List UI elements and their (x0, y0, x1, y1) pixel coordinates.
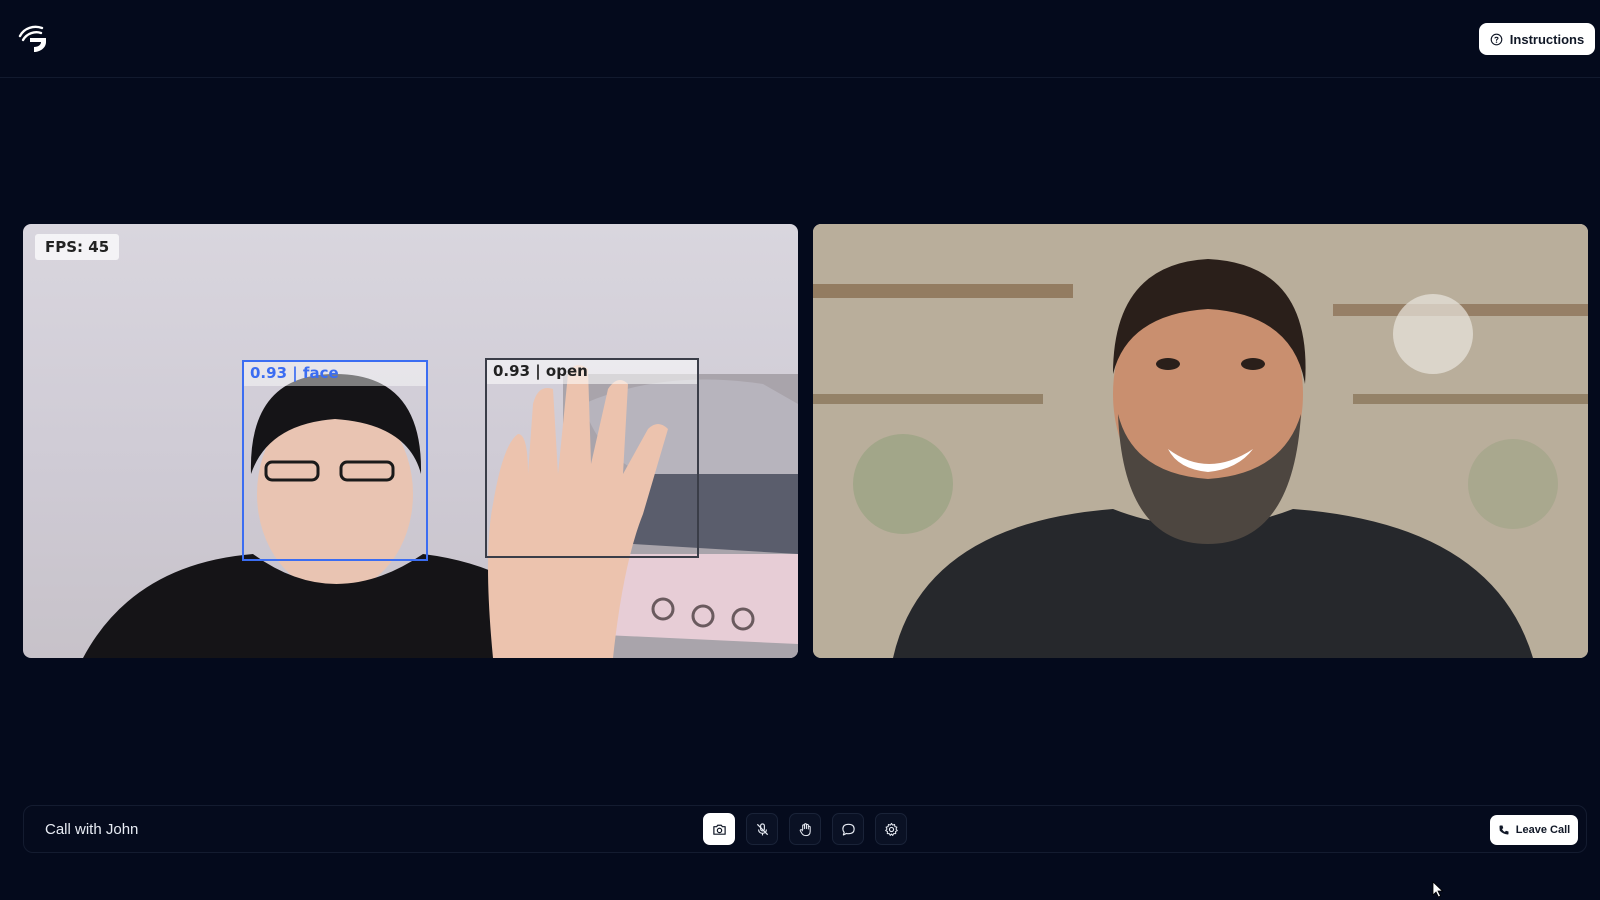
settings-button[interactable] (875, 813, 907, 845)
instructions-button[interactable]: Instructions (1479, 23, 1595, 55)
chat-button[interactable] (832, 813, 864, 845)
fps-counter: FPS: 45 (35, 234, 120, 260)
call-title: Call with John (45, 821, 139, 838)
hand-icon (799, 822, 811, 836)
remote-video-tile[interactable] (813, 224, 1588, 658)
help-circle-icon (1490, 33, 1503, 45)
call-controls (703, 813, 907, 845)
raise-hand-button[interactable] (789, 813, 821, 845)
leave-call-button[interactable]: Leave Call (1490, 815, 1578, 845)
camera-button[interactable] (703, 813, 735, 845)
mic-off-icon (756, 822, 768, 835)
phone-icon (1499, 825, 1509, 835)
hand-detection-label: 0.93 | open (487, 360, 697, 384)
face-detection-label: 0.93 | face (244, 362, 426, 386)
chat-bubble-icon (841, 823, 855, 835)
camera-icon (712, 824, 726, 835)
mute-button[interactable] (746, 813, 778, 845)
leave-call-label: Leave Call (1515, 824, 1571, 836)
gear-icon (884, 822, 898, 836)
hand-detection-box: 0.93 | open (485, 358, 699, 558)
mouse-cursor-icon (1432, 881, 1444, 898)
app-logo-icon[interactable] (16, 22, 52, 54)
face-detection-box: 0.93 | face (242, 360, 428, 561)
instructions-label: Instructions (1509, 31, 1585, 47)
local-video-tile[interactable]: FPS: 45 0.93 | face 0.93 | open (23, 224, 798, 658)
top-bar: Instructions (0, 0, 1600, 78)
remote-video-feed (813, 224, 1588, 658)
call-control-bar: Call with John Leave Call (23, 805, 1587, 853)
